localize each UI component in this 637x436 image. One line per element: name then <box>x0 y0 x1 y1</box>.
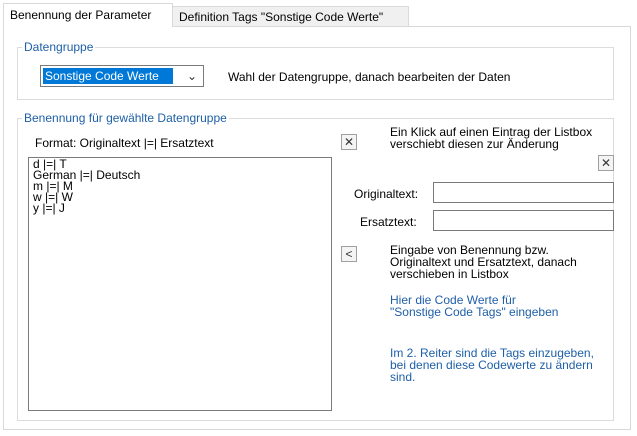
reiter-hint: Im 2. Reiter sind die Tags einzugeben, b… <box>390 347 594 383</box>
reiter-hint-line: bei denen diese Codewerte zu ändern <box>390 358 593 372</box>
originaltext-label: Originaltext: <box>354 187 419 201</box>
ersatztext-input[interactable] <box>433 210 614 231</box>
list-item[interactable]: w |=| W <box>33 191 327 203</box>
format-label: Format: Originaltext |=| Ersatztext <box>35 136 214 150</box>
chevron-down-icon[interactable]: ⌄ <box>183 67 201 85</box>
parameter-listbox[interactable]: d |=| T German |=| Deutsch m |=| M w |=|… <box>28 157 332 411</box>
move-hint: Eingabe von Benennung bzw. Originaltext … <box>390 244 577 280</box>
list-item[interactable]: m |=| M <box>33 180 327 192</box>
code-werte-hint-line: "Sonstige Code Tags" eingeben <box>390 305 559 319</box>
code-werte-hint: Hier die Code Werte für "Sonstige Code T… <box>390 294 558 318</box>
benennung-legend: Benennung für gewählte Datengruppe <box>24 111 227 125</box>
click-hint: Ein Klick auf einen Eintrag der Listbox … <box>390 126 592 150</box>
click-hint-line: verschiebt diesen zur Änderung <box>390 137 559 151</box>
move-hint-line: verschieben in Listbox <box>390 267 509 281</box>
datengruppe-legend: Datengruppe <box>24 40 94 54</box>
delete-list-button[interactable]: ✕ <box>341 134 357 150</box>
move-to-list-button[interactable]: < <box>341 246 357 262</box>
list-item[interactable]: German |=| Deutsch <box>33 169 327 181</box>
datengruppe-combobox[interactable]: Sonstige Code Werte ⌄ <box>40 65 204 87</box>
tab-benennung-der-parameter[interactable]: Benennung der Parameter <box>3 3 173 27</box>
clear-fields-button[interactable]: ✕ <box>598 155 614 171</box>
tab-strip: Benennung der Parameter Definition Tags … <box>0 0 637 27</box>
originaltext-input[interactable] <box>433 182 614 203</box>
combo-selected-value: Sonstige Code Werte <box>43 68 173 84</box>
reiter-hint-line: sind. <box>390 370 416 384</box>
datengruppe-hint: Wahl der Datengruppe, danach bearbeiten … <box>228 70 511 84</box>
ersatztext-label: Ersatztext: <box>360 215 417 229</box>
tab-definition-tags[interactable]: Definition Tags "Sonstige Code Werte" <box>172 6 409 26</box>
list-item[interactable]: y |=| J <box>33 202 327 214</box>
